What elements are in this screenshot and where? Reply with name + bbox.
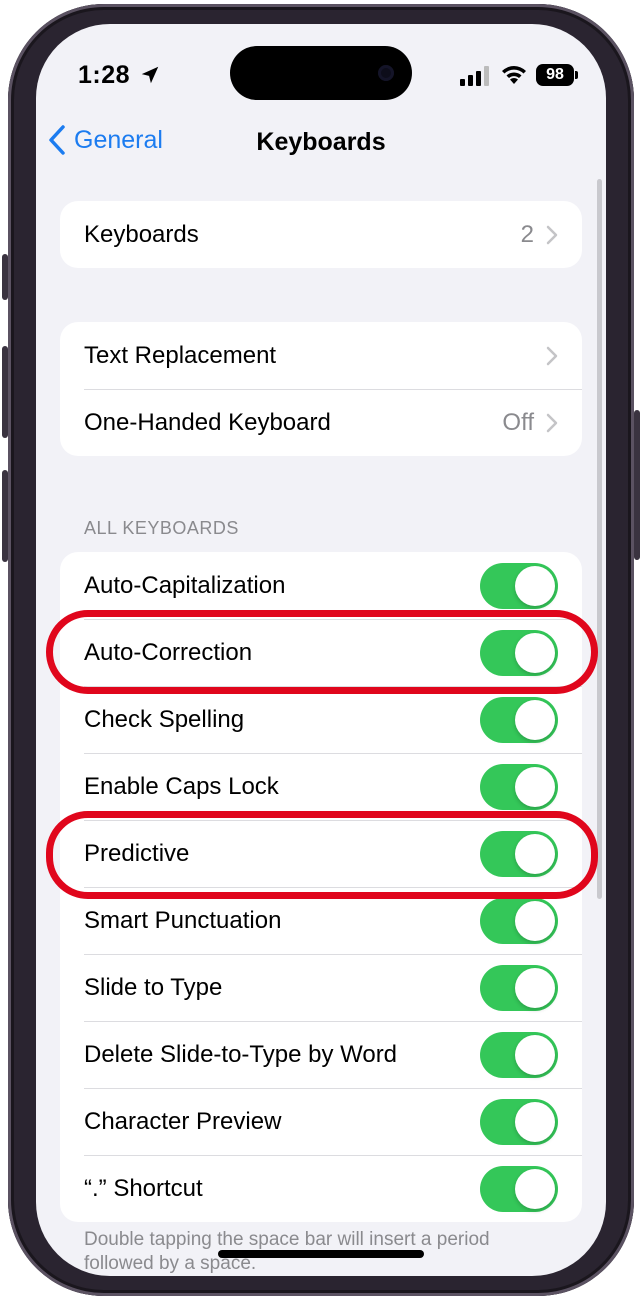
section-header-all-keyboards: ALL KEYBOARDS xyxy=(84,518,239,538)
power-button xyxy=(634,410,640,560)
toggle-knob xyxy=(515,565,555,606)
toggle-knob xyxy=(515,766,555,807)
toggle-knob xyxy=(515,1101,555,1142)
keyboards-count: 2 xyxy=(520,220,534,248)
battery-icon: 98 xyxy=(536,64,574,86)
smart-punctuation-toggle[interactable] xyxy=(480,897,558,944)
volume-down-button xyxy=(2,470,8,562)
toggle-knob xyxy=(515,1034,555,1075)
toggle-row: Auto-Capitalization xyxy=(60,552,582,619)
predictive-highlight xyxy=(46,811,598,899)
chevron-right-icon xyxy=(546,225,558,244)
auto-correction-highlight xyxy=(46,610,598,694)
text-replacement-right xyxy=(546,346,558,366)
cellular-signal-icon xyxy=(460,66,489,86)
check-spelling-toggle[interactable] xyxy=(480,696,558,743)
scroll-indicator[interactable] xyxy=(597,179,602,899)
one-handed-keyboard-label: One-Handed Keyboard xyxy=(84,408,331,436)
page-title: Keyboards xyxy=(256,128,386,156)
toggle-label: Character Preview xyxy=(84,1107,282,1135)
toggle-knob xyxy=(515,699,555,740)
toggle-row: Delete Slide-to-Type by Word xyxy=(60,1021,582,1088)
toggle-label: Slide to Type xyxy=(84,973,223,1001)
home-indicator[interactable] xyxy=(218,1250,424,1258)
toggle-row: Slide to Type xyxy=(60,954,582,1021)
dynamic-island xyxy=(230,46,412,100)
text-options-group: Text Replacement One-Handed Keyboard Off xyxy=(60,322,582,456)
chevron-right-icon xyxy=(546,413,558,432)
toggle-label: Auto-Capitalization xyxy=(84,571,286,599)
front-camera xyxy=(378,65,394,81)
one-handed-keyboard-value: Off xyxy=(502,408,534,436)
navigation-bar: General Keyboards xyxy=(36,116,606,166)
keyboards-row[interactable]: Keyboards 2 xyxy=(60,201,582,268)
text-replacement-label: Text Replacement xyxy=(84,341,277,369)
toggle-label: Smart Punctuation xyxy=(84,906,282,934)
toggle-row: “.” Shortcut xyxy=(60,1155,582,1222)
wifi-icon xyxy=(502,66,526,84)
chevron-right-icon xyxy=(546,346,558,365)
text-replacement-row[interactable]: Text Replacement xyxy=(60,322,582,389)
one-handed-keyboard-right: Off xyxy=(502,409,558,437)
toggle-knob xyxy=(515,1168,555,1209)
toggle-label: Check Spelling xyxy=(84,705,245,733)
keyboards-group: Keyboards 2 xyxy=(60,201,582,268)
slide-to-type-toggle[interactable] xyxy=(480,964,558,1011)
delete-slide-to-type-by-word-toggle[interactable] xyxy=(480,1031,558,1078)
toggle-knob xyxy=(515,967,555,1008)
character-preview-toggle[interactable] xyxy=(480,1098,558,1145)
one-handed-keyboard-row[interactable]: One-Handed Keyboard Off xyxy=(60,389,582,456)
toggle-row: Check Spelling xyxy=(60,686,582,753)
keyboards-label: Keyboards xyxy=(84,220,199,248)
toggle-row: Enable Caps Lock xyxy=(60,753,582,820)
toggle-label: “.” Shortcut xyxy=(84,1174,203,1202)
auto-capitalization-toggle[interactable] xyxy=(480,562,558,609)
battery-tip xyxy=(575,71,578,79)
keyboards-right: 2 xyxy=(521,221,558,249)
location-arrow-icon xyxy=(141,66,159,84)
toggle-label: Delete Slide-to-Type by Word xyxy=(84,1040,398,1068)
enable-caps-lock-toggle[interactable] xyxy=(480,763,558,810)
action-button xyxy=(2,254,8,300)
battery-level: 98 xyxy=(546,66,564,83)
period-shortcut-toggle[interactable] xyxy=(480,1165,558,1212)
toggle-knob xyxy=(515,900,555,941)
toggle-row: Character Preview xyxy=(60,1088,582,1155)
toggle-label: Enable Caps Lock xyxy=(84,772,279,800)
volume-up-button xyxy=(2,346,8,438)
status-time: 1:28 xyxy=(78,61,131,89)
status-bar: 1:28 98 xyxy=(36,24,606,114)
